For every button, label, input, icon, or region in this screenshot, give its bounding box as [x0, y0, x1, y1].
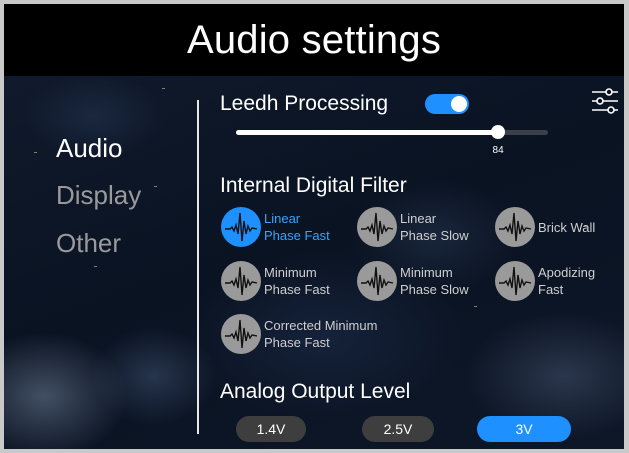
- toggle-knob: [451, 96, 467, 112]
- slider-thumb[interactable]: [491, 125, 506, 139]
- impulse-waveform-path: [225, 266, 258, 296]
- output-level-2-5v-button[interactable]: 2.5V: [362, 416, 434, 442]
- impulse-waveform-path: [225, 212, 258, 242]
- leedh-volume-slider[interactable]: [236, 125, 548, 139]
- nav-item-other[interactable]: Other: [56, 228, 121, 259]
- impulse-waveform-path: [361, 212, 394, 242]
- impulse-response-icon: [221, 314, 261, 354]
- impulse-waveform-path: [499, 266, 532, 296]
- impulse-waveform: [361, 266, 394, 296]
- impulse-response-icon: [221, 207, 261, 247]
- leedh-processing-toggle[interactable]: [425, 94, 469, 114]
- slider-value: 84: [492, 145, 504, 156]
- impulse-waveform-path: [499, 212, 532, 242]
- filter-section-title: Internal Digital Filter: [220, 174, 407, 197]
- output-level-3v-button[interactable]: 3V: [477, 416, 571, 442]
- impulse-response-icon: [495, 207, 535, 247]
- app-frame: Audio settings Audio Display Other Leedh…: [4, 4, 624, 449]
- nav-item-audio[interactable]: Audio: [56, 133, 123, 164]
- sidebar-divider: [197, 100, 199, 434]
- slider-fill: [236, 130, 499, 135]
- page-title: Audio settings: [186, 17, 442, 62]
- filter-option-brick-wall[interactable]: Brick Wall: [495, 207, 624, 247]
- title-bar: Audio settings: [4, 4, 624, 76]
- impulse-waveform: [225, 266, 258, 296]
- impulse-waveform: [225, 319, 258, 349]
- content-area: Audio Display Other Leedh Processing 84 …: [4, 76, 624, 449]
- output-level-1-4v-button[interactable]: 1.4V: [236, 416, 306, 442]
- output-section-title: Analog Output Level: [220, 380, 411, 403]
- filter-option-label: Corrected Minimum Phase Fast: [264, 318, 378, 350]
- filter-option-corrected-minimum-phase-fast[interactable]: Corrected Minimum Phase Fast: [221, 314, 414, 354]
- filter-option-apodizing-fast[interactable]: Apodizing Fast: [495, 261, 624, 301]
- filter-option-label: Apodizing Fast: [538, 265, 596, 297]
- filter-option-label: Brick Wall: [538, 219, 596, 235]
- impulse-waveform: [225, 212, 258, 242]
- impulse-waveform-path: [225, 319, 258, 349]
- nav-item-display[interactable]: Display: [56, 180, 141, 211]
- sliders-icon[interactable]: [590, 86, 620, 116]
- impulse-waveform: [499, 266, 532, 296]
- impulse-response-icon: [495, 261, 535, 301]
- impulse-response-icon: [221, 261, 261, 301]
- leedh-processing-label: Leedh Processing: [220, 92, 389, 115]
- impulse-waveform-path: [361, 266, 394, 296]
- impulse-waveform: [499, 212, 532, 242]
- sliders-icon-glyph: [592, 88, 618, 114]
- impulse-response-icon: [357, 207, 397, 247]
- impulse-waveform: [361, 212, 394, 242]
- impulse-response-icon: [357, 261, 397, 301]
